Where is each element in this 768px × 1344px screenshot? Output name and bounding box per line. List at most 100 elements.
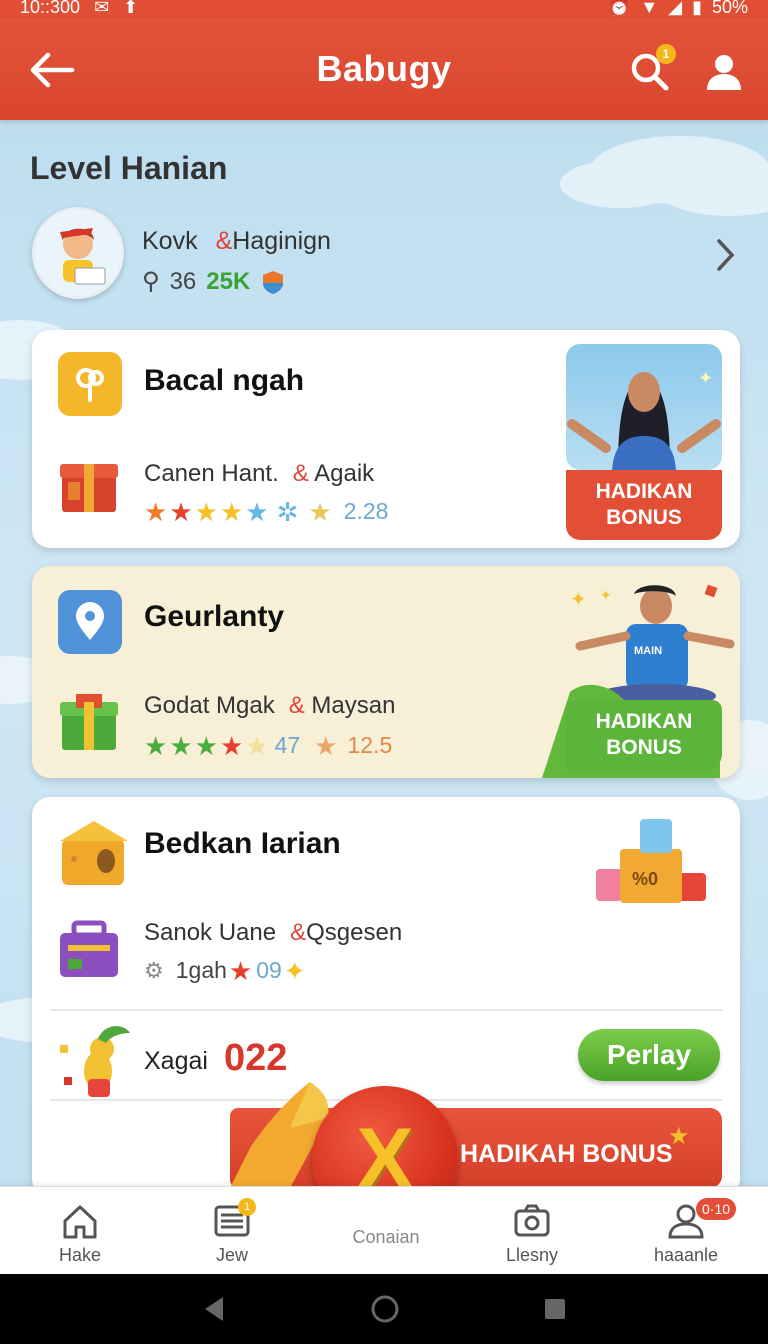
star-icon: ★ [245, 730, 269, 761]
card-subtitle-line: Sanok Uane &Qsgesen [144, 919, 402, 947]
nav-item-camera[interactable]: Llesny [472, 1201, 592, 1266]
recents-square-icon[interactable] [543, 1297, 567, 1321]
star-icon: ★ [668, 1123, 690, 1150]
home-circle-icon[interactable] [370, 1294, 400, 1324]
shield-badge-icon [263, 270, 284, 294]
gift-boxes-illustration: %0 [596, 819, 706, 903]
status-time: 10::300 [20, 0, 81, 17]
card-title: Geurlanty [144, 600, 285, 633]
profile-name-line: Kovk &Haginign [142, 227, 331, 256]
mail-icon: ✉ [94, 0, 110, 17]
nav-label: Hake [58, 1245, 102, 1265]
wifi-icon: ▼ [640, 0, 659, 17]
nav-label: Jew [215, 1245, 248, 1265]
profile-row[interactable]: Kovk &Haginign ⚲ 36 25K [30, 205, 740, 305]
card-partner: Agaik [314, 460, 375, 487]
gear-icon: ⚙ [144, 957, 164, 983]
mission-card-2[interactable]: Geurlanty Godat Mgak & Maysan ★ ★ ★ ★ ★ … [32, 566, 740, 778]
gift-box-icon [60, 694, 118, 750]
star-icon: ★ [245, 496, 269, 527]
treasure-box-icon [60, 821, 128, 885]
bonus-line-1: HADIKAN [595, 710, 693, 733]
bonus-badge[interactable]: HADIKAN BONUS [566, 470, 722, 540]
sparkle-icon: ✲ [276, 496, 299, 527]
app-bar: Babugy 1 [0, 18, 768, 120]
profile-level: 36 [169, 267, 197, 295]
meta-row: ⚙ 1gah ★ 09 ✦ [144, 957, 306, 984]
battery-icon: ▮ [692, 0, 702, 17]
profile-stats: ⚲ 36 25K [142, 267, 286, 296]
search-badge: 1 [656, 44, 676, 64]
link-icon: & [215, 227, 233, 255]
card-partner: Qsgesen [306, 919, 403, 946]
toolbox-icon [60, 920, 118, 977]
bonus-line-2: BONUS [606, 736, 682, 759]
user-icon[interactable] [704, 52, 744, 92]
star-icon: ★ [169, 496, 193, 527]
status-bar: 10::300 ✉ ⬆ ⏰ ▼ ◢ ▮ 50% [0, 0, 768, 18]
play-button[interactable]: Perlay [578, 1029, 720, 1081]
star-icon: ★ [194, 496, 218, 527]
bonus-line-2: BONUS [606, 506, 682, 529]
signal-icon: ◢ [668, 0, 683, 17]
alarm-icon: ⏰ [607, 0, 631, 17]
link-icon: & [292, 460, 315, 487]
nav-badge: 0·10 [696, 1198, 737, 1220]
person-icon: ⚲ [142, 268, 160, 295]
nav-item-news[interactable]: Jew [172, 1201, 292, 1266]
star-icon: ★ [169, 730, 193, 761]
mascot-icon [60, 1026, 130, 1097]
nav-label: haaanle [653, 1245, 719, 1265]
nav-badge: 1 [238, 1198, 256, 1216]
system-nav-bar [0, 1274, 768, 1344]
star-icon: ★ [219, 496, 244, 527]
card-score-b: 12.5 [347, 732, 393, 758]
notification-icon: ⬆ [123, 0, 139, 17]
xagai-count: 022 [224, 1037, 288, 1079]
profile-handle: Haginign [232, 227, 331, 255]
location-pin-icon [58, 590, 122, 654]
link-icon: & [288, 692, 312, 719]
card-subtitle: Canen Hant. [144, 460, 279, 487]
nav-label: Conaian [352, 1227, 420, 1247]
camera-icon [514, 1204, 550, 1237]
star-icon: ★ [308, 496, 332, 527]
back-arrow-icon[interactable] [28, 50, 76, 90]
bonus-banner-text: HADIKAH BONUS [460, 1140, 673, 1168]
divider [50, 1009, 722, 1011]
key-icon [58, 352, 122, 416]
bottom-nav: Hake Jew Conaian Llesny haaanle [0, 1186, 768, 1274]
card-score: 09 [256, 957, 282, 983]
card-meta: 1gah [175, 957, 227, 983]
profile-name: Kovk [142, 227, 198, 255]
mission-card-1[interactable]: Bacal ngah Canen Hant. & Agaik ★ ★ ★ ★ ★… [32, 330, 740, 548]
card-score-a: 47 [274, 732, 301, 758]
back-triangle-icon[interactable] [201, 1295, 227, 1323]
home-icon [63, 1205, 97, 1239]
sparkle-icon: ✦ [283, 955, 306, 986]
card-title: Bedkan Iarian [144, 827, 341, 860]
bonus-line-1: HADIKAN [595, 480, 693, 503]
star-icon: ★ [144, 496, 168, 527]
app-title: Babugy [316, 48, 452, 89]
xagai-label: Xagai [144, 1047, 208, 1075]
nav-item-home[interactable]: Hake [20, 1201, 140, 1266]
star-icon: ★ [194, 730, 218, 761]
chevron-right-icon[interactable] [710, 235, 740, 275]
star-icon: ★ [219, 730, 244, 761]
card-subtitle: Sanok Uane [144, 919, 277, 946]
svg-text:%0: %0 [632, 869, 658, 889]
nav-item-center[interactable]: Conaian [326, 1227, 446, 1248]
battery-percent: 50% [711, 0, 748, 17]
bonus-badge[interactable]: HADIKAN BONUS [566, 700, 722, 770]
svg-text:✦: ✦ [570, 589, 587, 611]
card-partner: Maysan [311, 692, 396, 719]
search-button[interactable]: 1 [628, 44, 676, 94]
star-icon: ★ [228, 955, 253, 986]
card-subtitle: Godat Mgak [144, 692, 275, 719]
avatar [32, 207, 124, 299]
nav-label: Llesny [505, 1245, 559, 1265]
link-icon: & [290, 919, 307, 946]
card-title: Bacal ngah [144, 364, 305, 397]
svg-text:✦: ✦ [698, 368, 713, 388]
